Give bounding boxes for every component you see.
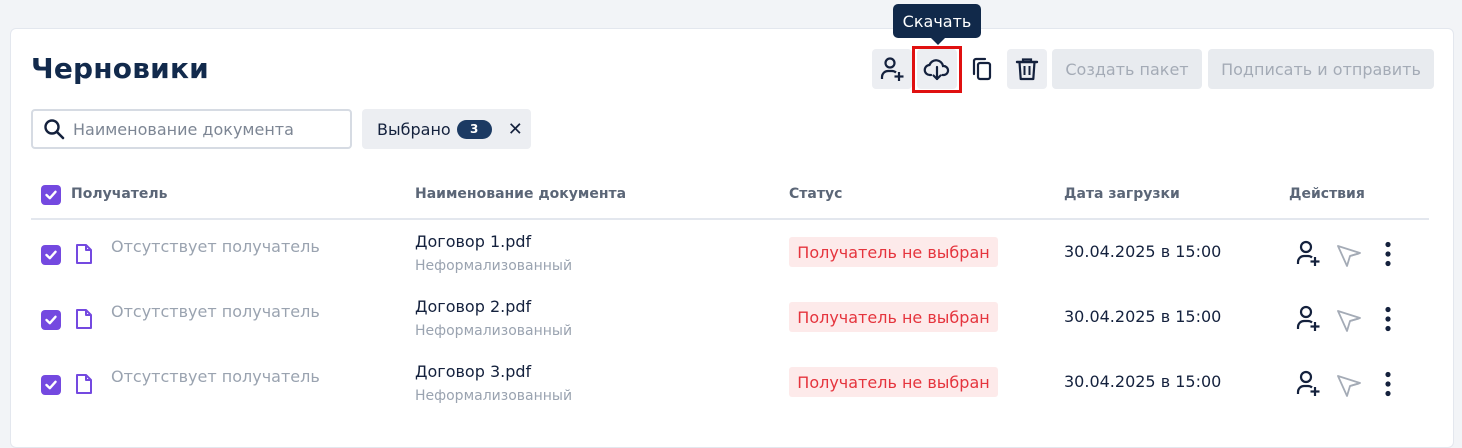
document-name[interactable]: Договор 2.pdf <box>415 297 531 316</box>
document-name[interactable]: Договор 1.pdf <box>415 232 531 251</box>
create-package-button[interactable]: Создать пакет <box>1052 49 1202 89</box>
row-more-button[interactable] <box>1381 241 1395 267</box>
send-icon <box>1337 245 1361 267</box>
more-vertical-icon <box>1385 371 1391 397</box>
send-icon <box>1337 375 1361 397</box>
row-more-button[interactable] <box>1381 306 1395 332</box>
add-recipient-icon <box>1296 305 1320 331</box>
row-add-recipient-button[interactable] <box>1295 304 1321 332</box>
upload-date: 30.04.2025 в 15:00 <box>1064 307 1222 326</box>
file-icon <box>76 374 92 394</box>
sign-and-send-button[interactable]: Подписать и отправить <box>1208 49 1434 89</box>
selection-label: Выбрано <box>377 119 451 139</box>
recipient-text: Отсутствует получатель <box>111 237 320 256</box>
check-icon <box>45 190 57 200</box>
search-input[interactable] <box>73 119 333 139</box>
search-icon <box>44 119 65 140</box>
check-icon <box>45 250 57 260</box>
recipient-text: Отсутствует получатель <box>111 367 320 386</box>
more-vertical-icon <box>1385 306 1391 332</box>
document-name[interactable]: Договор 3.pdf <box>415 362 531 381</box>
document-type: Неформализованный <box>415 388 573 404</box>
row-checkbox[interactable] <box>41 245 61 265</box>
select-all-checkbox[interactable] <box>41 185 61 205</box>
table-row[interactable]: Отсутствует получатель Договор 1.pdf Неф… <box>31 222 1429 286</box>
copy-button[interactable] <box>962 49 1002 89</box>
check-icon <box>45 315 57 325</box>
column-header-date[interactable]: Дата загрузки <box>1064 186 1180 202</box>
file-icon <box>76 309 92 329</box>
upload-date: 30.04.2025 в 15:00 <box>1064 242 1222 261</box>
search-field[interactable] <box>31 109 352 149</box>
send-icon <box>1337 310 1361 332</box>
column-header-doc-name[interactable]: Наименование документа <box>415 186 626 202</box>
status-badge: Получатель не выбран <box>789 367 998 397</box>
column-header-status[interactable]: Статус <box>789 186 842 202</box>
upload-date: 30.04.2025 в 15:00 <box>1064 372 1222 391</box>
download-tooltip: Скачать <box>893 4 981 45</box>
check-icon <box>45 380 57 390</box>
row-send-button[interactable] <box>1336 243 1362 267</box>
row-send-button[interactable] <box>1336 308 1362 332</box>
row-more-button[interactable] <box>1381 371 1395 397</box>
status-badge: Получатель не выбран <box>789 302 998 332</box>
column-header-actions: Действия <box>1289 186 1365 202</box>
row-checkbox[interactable] <box>41 310 61 330</box>
add-recipient-icon <box>1296 240 1320 266</box>
document-type: Неформализованный <box>415 323 573 339</box>
delete-button[interactable] <box>1007 49 1047 89</box>
download-highlight <box>912 46 962 93</box>
copy-icon <box>972 57 992 81</box>
table-header: Получатель Наименование документа Статус… <box>31 178 1429 220</box>
table-row[interactable]: Отсутствует получатель Договор 2.pdf Неф… <box>31 287 1429 351</box>
more-vertical-icon <box>1385 241 1391 267</box>
close-icon[interactable]: ✕ <box>508 119 523 140</box>
column-header-recipient[interactable]: Получатель <box>71 186 168 202</box>
add-recipient-icon <box>1296 370 1320 396</box>
selection-chip: Выбрано 3 ✕ <box>362 109 531 149</box>
recipient-text: Отсутствует получатель <box>111 302 320 321</box>
document-type: Неформализованный <box>415 258 573 274</box>
trash-icon <box>1015 58 1039 81</box>
file-icon <box>76 244 92 264</box>
selection-count-badge: 3 <box>456 119 492 139</box>
row-checkbox[interactable] <box>41 375 61 395</box>
table-row[interactable]: Отсутствует получатель Договор 3.pdf Неф… <box>31 352 1429 416</box>
row-add-recipient-button[interactable] <box>1295 239 1321 267</box>
page-title: Черновики <box>31 52 210 85</box>
row-send-button[interactable] <box>1336 373 1362 397</box>
status-badge: Получатель не выбран <box>789 237 998 267</box>
add-recipient-icon <box>880 57 904 81</box>
add-recipient-button[interactable] <box>872 49 912 89</box>
row-add-recipient-button[interactable] <box>1295 369 1321 397</box>
